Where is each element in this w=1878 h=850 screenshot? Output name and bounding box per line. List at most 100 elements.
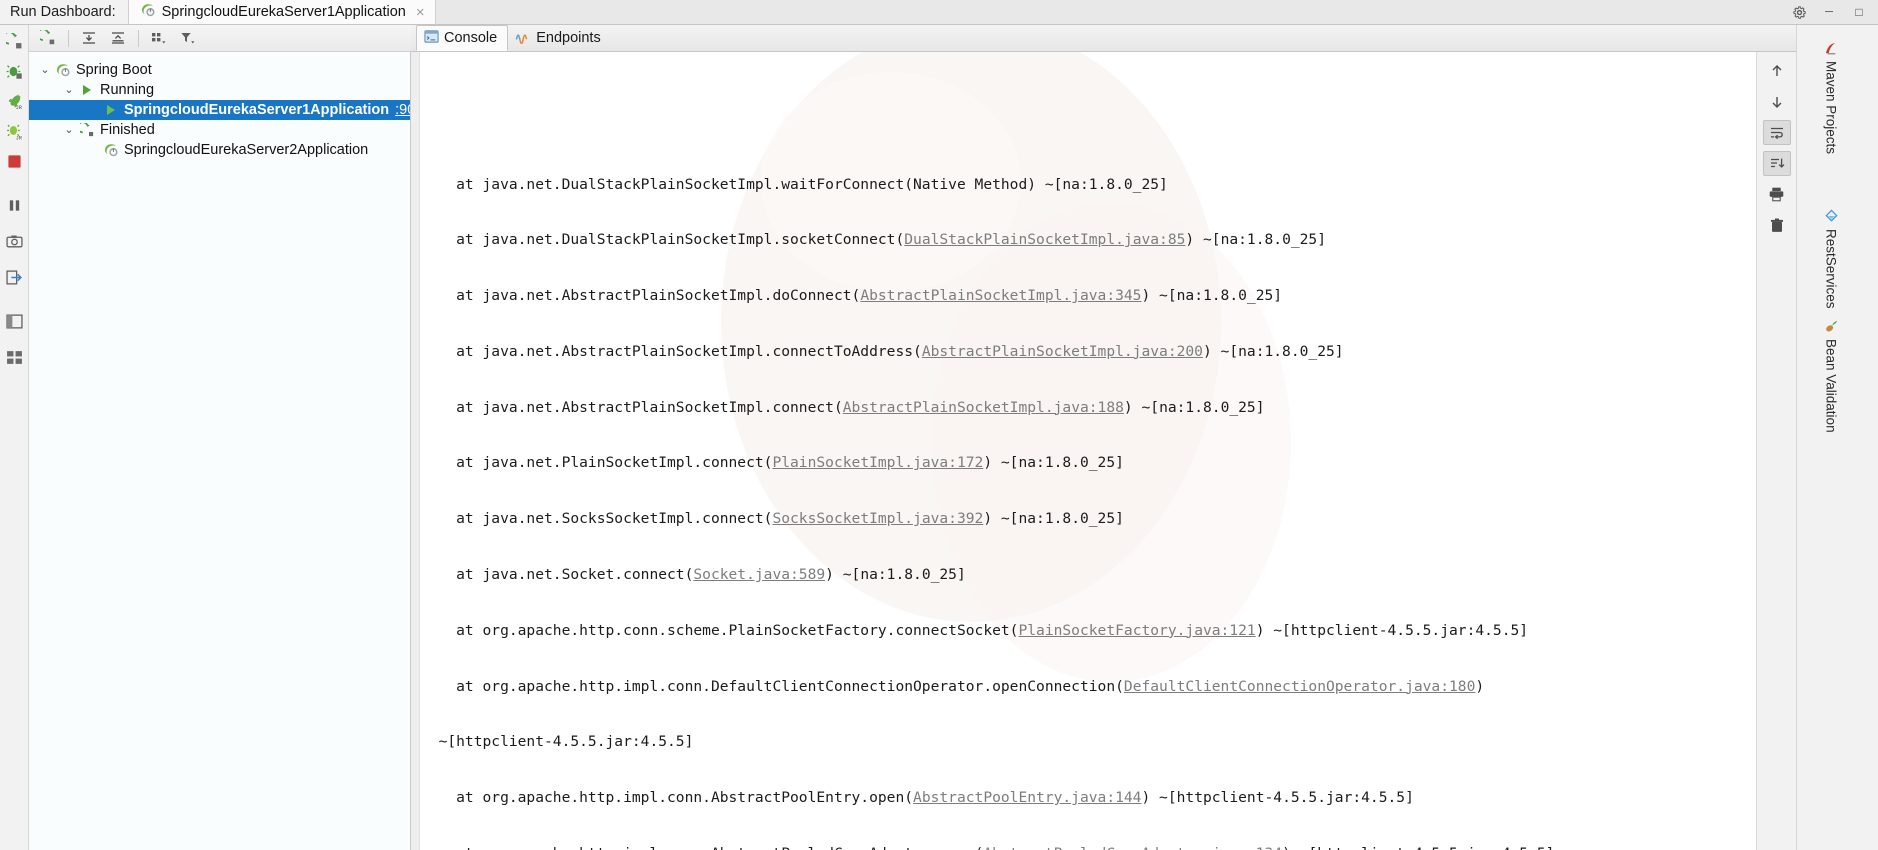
soft-wrap-icon[interactable]	[1762, 120, 1791, 145]
titlebar-spacer	[436, 0, 1784, 24]
stacktrace-link[interactable]: SocksSocketImpl.java:392	[772, 510, 983, 527]
tab-console[interactable]: Console	[416, 25, 509, 51]
tool-tab-label: Bean Validation	[1823, 339, 1839, 433]
tree-node-finished[interactable]: ⌄ Finished	[29, 120, 410, 140]
stacktrace-link[interactable]: DefaultClientConnectionOperator.java:180	[1124, 678, 1475, 695]
camera-icon[interactable]	[1, 228, 27, 254]
rest-services-icon	[1824, 209, 1839, 224]
tree-node-running[interactable]: ⌄ Running	[29, 80, 410, 100]
group-by-icon[interactable]	[146, 26, 172, 50]
tab-springcloud-eureka-server1[interactable]: SpringcloudEurekaServer1Application ×	[127, 0, 436, 24]
tree-node-port-link[interactable]: :9001/	[395, 102, 410, 118]
maximize-button[interactable]: □	[1844, 0, 1874, 24]
console-log-text: at java.net.DualStackPlainSocketImpl.wai…	[421, 52, 1836, 850]
expand-all-icon[interactable]	[76, 26, 102, 50]
titlebar: Run Dashboard: SpringcloudEurekaServer1A…	[0, 0, 1878, 25]
console-action-toolbar	[1756, 52, 1796, 850]
tab-endpoints[interactable]: Endpoints	[508, 25, 611, 51]
gear-icon[interactable]	[1784, 0, 1814, 24]
svg-text:JR: JR	[15, 104, 22, 109]
toolbar-separator	[68, 29, 69, 47]
spring-boot-icon	[101, 142, 121, 158]
log-line: at org.apache.http.impl.conn.AbstractPoo…	[421, 845, 1836, 850]
stacktrace-link[interactable]: PlainSocketImpl.java:172	[772, 454, 983, 471]
run-dashboard-label: Run Dashboard:	[0, 0, 128, 24]
debug-jr-icon[interactable]: JR	[1, 118, 27, 144]
rerun-green-icon	[77, 122, 97, 138]
log-line: at java.net.Socket.connect(Socket.java:5…	[421, 566, 966, 584]
stacktrace-link[interactable]: DualStackPlainSocketImpl.java:85	[904, 231, 1185, 248]
tree-node-label: SpringcloudEurekaServer1Application	[124, 102, 390, 118]
tool-tab-label: RestServices	[1823, 229, 1839, 309]
maven-icon	[1824, 41, 1839, 56]
tree-node-label: SpringcloudEurekaServer2Application	[124, 142, 369, 158]
console-panel: Console Endpoints at java.net.DualStackP…	[411, 25, 1878, 850]
right-tool-window-bar: Maven Projects RestServices Bean Validat…	[1796, 25, 1878, 850]
spring-boot-icon	[140, 2, 156, 22]
stacktrace-link[interactable]: AbstractPoolEntry.java:144	[913, 789, 1141, 806]
run-green-triangle-icon	[101, 103, 121, 117]
print-icon[interactable]	[1763, 182, 1791, 207]
bean-validation-icon	[1824, 319, 1839, 334]
tab-label: SpringcloudEurekaServer1Application	[161, 4, 406, 20]
tree-node-spring-boot[interactable]: ⌄ Spring Boot	[29, 60, 410, 80]
chevron-down-icon[interactable]: ⌄	[61, 124, 77, 136]
scroll-up-icon[interactable]	[1763, 58, 1791, 83]
log-line-clipped	[421, 108, 1836, 120]
scroll-down-icon[interactable]	[1763, 89, 1791, 114]
tree-node-springcloud-eureka-server1[interactable]: SpringcloudEurekaServer1Application :900…	[29, 100, 410, 120]
toolbar-separator	[138, 29, 139, 47]
tool-tab-rest-services[interactable]: RestServices	[1819, 205, 1843, 313]
svg-text:JR: JR	[15, 135, 22, 140]
grid-icon[interactable]	[1, 344, 27, 370]
tree-node-label: Finished	[100, 122, 155, 138]
stacktrace-link[interactable]: Socket.java:589	[693, 566, 825, 583]
console-output[interactable]: at java.net.DualStackPlainSocketImpl.wai…	[411, 52, 1838, 850]
tree-node-springcloud-eureka-server2[interactable]: SpringcloudEurekaServer2Application	[29, 140, 410, 160]
log-line: ~[httpclient-4.5.5.jar:4.5.5]	[421, 733, 694, 751]
log-line: at java.net.PlainSocketImpl.connect(Plai…	[421, 454, 1124, 472]
stacktrace-link[interactable]: AbstractPlainSocketImpl.java:200	[922, 343, 1203, 360]
debug-icon[interactable]	[1, 58, 27, 84]
endpoints-icon	[515, 29, 531, 48]
rerun-icon[interactable]	[35, 26, 61, 50]
minimize-button[interactable]: ─	[1814, 0, 1844, 24]
pause-icon[interactable]	[1, 192, 27, 218]
chevron-down-icon[interactable]: ⌄	[37, 64, 53, 76]
stop-icon[interactable]	[1, 148, 27, 174]
log-line: at java.net.SocksSocketImpl.connect(Sock…	[421, 510, 1124, 528]
clear-all-trash-icon[interactable]	[1763, 213, 1791, 238]
scroll-to-end-icon[interactable]	[1762, 151, 1791, 176]
spring-boot-icon	[53, 62, 73, 78]
console-icon	[424, 29, 439, 48]
tree-node-label: Spring Boot	[76, 62, 152, 78]
log-line: at java.net.DualStackPlainSocketImpl.wai…	[421, 175, 1168, 193]
stacktrace-link[interactable]: PlainSocketFactory.java:121	[1018, 622, 1255, 639]
chevron-down-icon[interactable]: ⌄	[61, 84, 77, 96]
tab-label: Console	[444, 30, 498, 46]
log-line: at org.apache.http.impl.conn.AbstractPoo…	[421, 789, 1414, 807]
layout-icon[interactable]	[1, 308, 27, 334]
tree-node-label: Running	[100, 82, 155, 98]
run-jr-icon[interactable]: JR	[1, 88, 27, 114]
filter-icon[interactable]	[175, 26, 201, 50]
left-action-rail: JR JR	[0, 25, 29, 850]
stacktrace-link[interactable]: AbstractPooledConnAdapter.java:134	[983, 845, 1282, 850]
idea-run-dashboard-window: Run Dashboard: SpringcloudEurekaServer1A…	[0, 0, 1878, 850]
stacktrace-link[interactable]: AbstractPlainSocketImpl.java:188	[843, 399, 1124, 416]
export-icon[interactable]	[1, 264, 27, 290]
tool-tab-bean-validation[interactable]: Bean Validation	[1819, 315, 1843, 437]
tool-tab-maven-projects[interactable]: Maven Projects	[1819, 37, 1843, 158]
run-green-triangle-icon	[77, 83, 97, 97]
window-controls: ─ □	[1784, 0, 1878, 24]
rerun-icon[interactable]	[1, 28, 27, 54]
tab-label: Endpoints	[536, 30, 601, 46]
log-line: at java.net.DualStackPlainSocketImpl.soc…	[421, 231, 1327, 249]
run-dashboard-tree[interactable]: ⌄ Spring Boot ⌄ Running SpringcloudEurek…	[29, 52, 411, 850]
close-icon[interactable]: ×	[415, 5, 426, 20]
stacktrace-link[interactable]: AbstractPlainSocketImpl.java:345	[860, 287, 1141, 304]
log-line: at java.net.AbstractPlainSocketImpl.conn…	[421, 398, 1265, 416]
log-line: at org.apache.http.conn.scheme.PlainSock…	[421, 621, 1529, 639]
collapse-all-icon[interactable]	[105, 26, 131, 50]
tree-toolbar	[29, 25, 411, 52]
